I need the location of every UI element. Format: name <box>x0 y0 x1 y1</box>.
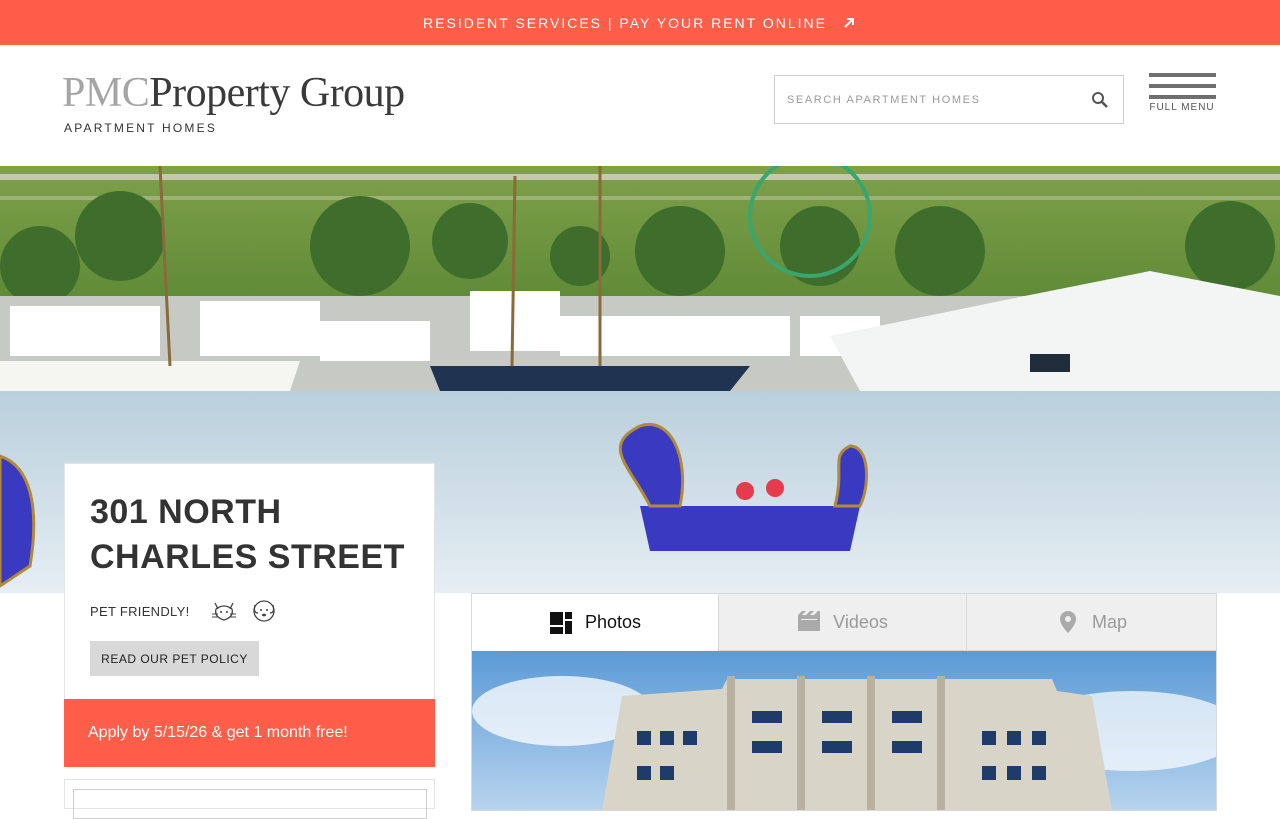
pet-friendly-label: PET FRIENDLY! <box>90 603 190 619</box>
full-menu-button[interactable]: FULL MENU <box>1148 73 1216 113</box>
logo-wordmark: PMCProperty Group <box>62 71 405 115</box>
resident-services-text: RESIDENT SERVICES | PAY YOUR RENT ONLINE <box>423 14 827 31</box>
logo-subtitle: APARTMENT HOMES <box>64 121 218 135</box>
tab-map-label: Map <box>1091 611 1127 632</box>
tab-photos-label: Photos <box>584 612 642 632</box>
promo-banner[interactable]: Apply by 5/15/26 & get 1 month free! <box>64 699 435 767</box>
resident-services-link[interactable]: RESIDENT SERVICES | PAY YOUR RENT ONLINE <box>423 15 857 31</box>
tab-videos-label: Videos <box>833 611 888 632</box>
logo-pmc: PMC <box>62 70 150 116</box>
media-tabs: Photos Videos Map <box>471 593 1217 651</box>
tab-photos[interactable]: Photos <box>471 593 719 651</box>
logo-property-group: Property Group <box>149 70 405 116</box>
video-icon <box>798 611 821 631</box>
search-button[interactable] <box>1077 76 1123 123</box>
top-banner: RESIDENT SERVICES | PAY YOUR RENT ONLINE <box>0 0 1280 45</box>
lower-card <box>64 779 435 819</box>
cat-icon <box>211 602 236 621</box>
dog-icon <box>252 600 275 622</box>
property-info-card: 301 NORTH CHARLES STREET PET FRIENDLY! R… <box>64 463 435 699</box>
media-section: Photos Videos Map <box>471 593 1217 813</box>
search-input[interactable] <box>775 76 1077 123</box>
tab-map[interactable]: Map <box>967 593 1217 651</box>
pet-policy-button[interactable]: READ OUR PET POLICY <box>90 641 259 676</box>
lower-card-field[interactable] <box>73 789 427 819</box>
property-photo[interactable] <box>471 651 1217 811</box>
logo[interactable]: PMCProperty Group APARTMENT HOMES <box>62 71 405 135</box>
site-header: PMCProperty Group APARTMENT HOMES FULL M… <box>0 45 1280 166</box>
search-box <box>774 75 1124 124</box>
search-icon <box>1092 91 1108 108</box>
external-arrow-icon <box>844 17 854 28</box>
photos-grid-icon <box>549 611 572 634</box>
full-menu-label: FULL MENU <box>1149 102 1215 113</box>
tab-videos[interactable]: Videos <box>719 593 967 651</box>
pet-friendly-row: PET FRIENDLY! <box>90 599 278 623</box>
map-pin-icon <box>1059 611 1076 633</box>
property-title: 301 NORTH CHARLES STREET <box>90 493 405 576</box>
